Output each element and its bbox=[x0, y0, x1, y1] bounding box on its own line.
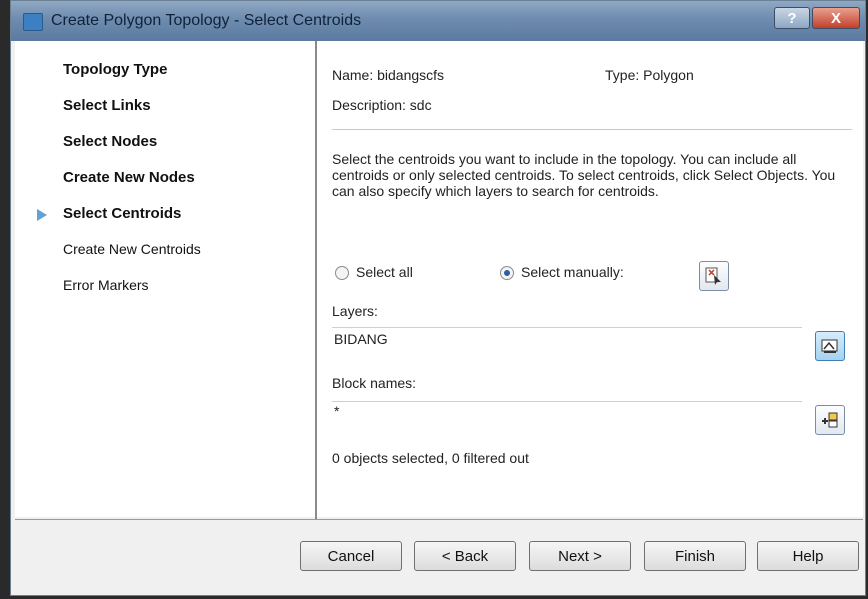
layers-label: Layers: bbox=[332, 303, 378, 319]
button-bar: Cancel < Back Next > Finish Help bbox=[15, 519, 863, 593]
select-manually-radio[interactable] bbox=[500, 266, 514, 280]
select-blocks-button[interactable] bbox=[815, 405, 845, 435]
dialog-window: Create Polygon Topology - Select Centroi… bbox=[10, 0, 866, 596]
info-separator bbox=[332, 129, 852, 130]
block-names-label: Block names: bbox=[332, 375, 417, 391]
finish-button[interactable]: Finish bbox=[644, 541, 746, 571]
layers-field-border bbox=[332, 327, 802, 328]
step-topology-type: Topology Type bbox=[63, 61, 168, 78]
select-manually-label[interactable]: Select manually: bbox=[521, 264, 624, 280]
step-create-new-nodes: Create New Nodes bbox=[63, 169, 195, 186]
step-select-nodes: Select Nodes bbox=[63, 133, 158, 150]
select-objects-icon bbox=[705, 267, 721, 285]
step-create-new-centroids: Create New Centroids bbox=[63, 241, 201, 257]
wizard-steps-panel: Topology Type Select Links Select Nodes … bbox=[15, 41, 315, 517]
help-button[interactable]: Help bbox=[757, 541, 859, 571]
block-names-value[interactable]: * bbox=[334, 403, 339, 419]
select-objects-button[interactable] bbox=[699, 261, 729, 291]
cancel-button[interactable]: Cancel bbox=[300, 541, 402, 571]
step-select-links: Select Links bbox=[63, 97, 151, 114]
step-error-markers: Error Markers bbox=[63, 277, 149, 293]
app-icon bbox=[23, 13, 43, 31]
close-button[interactable]: X bbox=[812, 7, 860, 29]
select-all-radio[interactable] bbox=[335, 266, 349, 280]
next-button[interactable]: Next > bbox=[529, 541, 631, 571]
title-bar[interactable]: Create Polygon Topology - Select Centroi… bbox=[11, 1, 865, 41]
topology-name: Name: bidangscfs bbox=[332, 67, 445, 83]
block-names-field-border bbox=[332, 401, 802, 402]
select-layers-button[interactable] bbox=[815, 331, 845, 361]
instructions-text: Select the centroids you want to include… bbox=[332, 151, 836, 199]
layers-icon bbox=[821, 339, 838, 353]
selection-status: 0 objects selected, 0 filtered out bbox=[332, 450, 529, 466]
back-button[interactable]: < Back bbox=[414, 541, 516, 571]
wizard-content-panel: Name: bidangscfs Type: Polygon Descripti… bbox=[317, 41, 863, 517]
window-title: Create Polygon Topology - Select Centroi… bbox=[51, 12, 362, 29]
topology-description: Description: sdc bbox=[332, 97, 432, 113]
current-step-arrow-icon bbox=[37, 209, 47, 221]
topology-type: Type: Polygon bbox=[605, 67, 694, 83]
block-icon bbox=[822, 412, 838, 428]
select-all-label[interactable]: Select all bbox=[356, 264, 413, 280]
layers-value[interactable]: BIDANG bbox=[334, 331, 388, 347]
title-help-button[interactable]: ? bbox=[774, 7, 810, 29]
step-select-centroids: Select Centroids bbox=[63, 205, 182, 222]
